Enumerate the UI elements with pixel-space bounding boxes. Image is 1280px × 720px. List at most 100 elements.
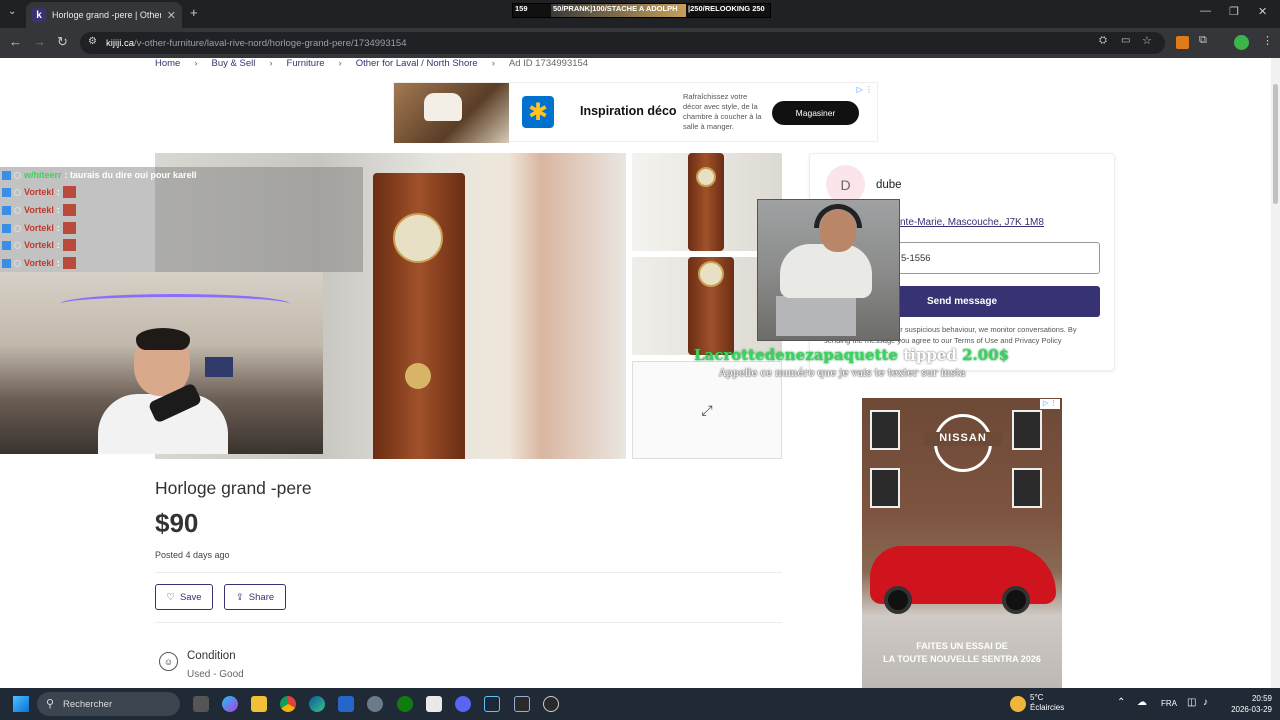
windows-start-icon[interactable]	[13, 696, 29, 712]
xbox-icon[interactable]	[397, 696, 413, 712]
emote-icon	[62, 204, 76, 216]
task-view-icon[interactable]	[193, 696, 209, 712]
condition-label: Condition	[187, 650, 236, 662]
badge-icon	[2, 240, 11, 250]
copilot-icon[interactable]	[222, 696, 238, 712]
stream-goal-banner: 159 50/PRANK|100/STACHE A ADOLPH |250/RE…	[512, 3, 771, 18]
badge-icon	[2, 223, 11, 233]
badge-icon	[14, 171, 21, 179]
tab-list-icon[interactable]: ⌄	[8, 6, 16, 17]
breadcrumb-buy-sell[interactable]: Buy & Sell	[212, 58, 256, 69]
condition-icon: ☺	[159, 652, 178, 671]
new-tab-icon[interactable]: +	[190, 5, 198, 20]
store-icon[interactable]	[426, 696, 442, 712]
bookmark-star-icon[interactable]: ☆	[1142, 34, 1152, 47]
discord-icon[interactable]	[455, 696, 471, 712]
wheel-icon	[884, 586, 912, 614]
stream-chat-overlay: w/hiteerr : taurais du dire oui pour kar…	[0, 167, 363, 272]
page-scrollbar[interactable]	[1271, 58, 1280, 688]
profile-avatar-icon[interactable]	[1234, 35, 1249, 50]
ad-description: Rafraîchissez votre décor avec style, de…	[683, 92, 762, 131]
seller-name[interactable]: dube	[876, 179, 902, 191]
banner-goal-last: |250/RELOOKING 250	[686, 4, 770, 17]
restore-icon[interactable]: ❐	[1229, 5, 1239, 18]
settings-gear-icon[interactable]	[367, 696, 383, 712]
share-label: Share	[248, 591, 275, 603]
tray-icon[interactable]: ☁	[1137, 697, 1147, 708]
banner-ad[interactable]: ✱ Inspiration déco Rafraîchissez votre d…	[393, 82, 878, 143]
extension-icon[interactable]	[1176, 36, 1189, 49]
chat-separator: :	[56, 223, 60, 233]
reload-icon[interactable]: ↻	[57, 34, 68, 50]
obs-icon[interactable]	[543, 696, 559, 712]
chat-separator: :	[56, 205, 60, 215]
url-host: kijiji.ca	[106, 37, 134, 49]
tab-title: Horloge grand -pere | Other | L	[52, 10, 161, 20]
badge-icon	[2, 205, 11, 215]
nissan-side-ad[interactable]: NISSAN FAITES UN ESSAI DE LA TOUTE NOUVE…	[862, 398, 1062, 688]
close-window-icon[interactable]: ✕	[1258, 5, 1267, 18]
adchoices-icon[interactable]: ▷ ⋮	[857, 85, 873, 94]
breadcrumb-separator-icon: ›	[491, 58, 495, 69]
extensions-puzzle-icon[interactable]: ⧉	[1199, 34, 1207, 47]
search-placeholder: Rechercher	[63, 698, 113, 710]
chat-text: : taurais du dire oui pour karell	[64, 170, 197, 180]
url-path: /v-other-furniture/laval-rive-nord/horlo…	[133, 37, 407, 49]
browser-tab[interactable]: k Horloge grand -pere | Other | L ✕	[26, 2, 182, 28]
language-indicator[interactable]: FRA	[1161, 699, 1177, 708]
grandfather-clock-image	[373, 173, 465, 459]
breadcrumb-ad-id: Ad ID 1734993154	[508, 58, 589, 69]
wheel-icon	[1002, 586, 1030, 614]
expand-icon: ⤢	[701, 401, 713, 418]
badge-icon	[2, 187, 11, 197]
share-button[interactable]: ⇪ Share	[224, 584, 286, 610]
volume-icon[interactable]: ♪	[1203, 697, 1208, 708]
app-icon[interactable]	[514, 696, 530, 712]
weather-temp: 5°C	[1030, 693, 1044, 702]
chat-user: Vortekl	[24, 187, 54, 197]
edge-icon[interactable]	[309, 696, 325, 712]
system-clock[interactable]: 20:59 2026-03-29	[1226, 693, 1272, 715]
chat-message: Vortekl :	[2, 237, 76, 253]
menu-kebab-icon[interactable]: ⋮	[1262, 34, 1273, 47]
steam-icon[interactable]	[484, 696, 500, 712]
search-icon: ⚲	[46, 698, 55, 710]
emote-icon	[62, 186, 76, 198]
banner-goals: 50/PRANK|100/STACHE A ADOLPH	[551, 4, 686, 17]
breadcrumb-home[interactable]: Home	[155, 58, 180, 69]
badge-icon	[2, 258, 11, 268]
scrollbar-thumb[interactable]	[1273, 84, 1278, 204]
chat-message: Vortekl :	[2, 255, 76, 271]
ad-cta-button[interactable]: Magasiner	[772, 101, 859, 125]
banner-count: 159	[513, 4, 551, 17]
network-icon[interactable]: ◫	[1187, 697, 1196, 708]
weather-icon[interactable]	[1010, 696, 1026, 712]
chevron-up-icon[interactable]: ⌃	[1117, 697, 1125, 708]
translate-icon[interactable]: ⛭	[1099, 35, 1107, 46]
seller-address-link[interactable]: nte-Marie, Mascouche, J7K 1M8	[900, 217, 1044, 228]
chat-user: Vortekl	[24, 240, 54, 250]
site-info-icon[interactable]: ⚙	[88, 36, 97, 47]
taskbar-search[interactable]: ⚲ Rechercher	[37, 692, 180, 716]
ad-line-2: LA TOUTE NOUVELLE SENTRA 2026	[883, 654, 1041, 664]
file-explorer-icon[interactable]	[251, 696, 267, 712]
divider	[155, 572, 782, 573]
breadcrumb-furniture[interactable]: Furniture	[287, 58, 325, 69]
minimize-icon[interactable]: —	[1200, 5, 1211, 17]
badge-icon	[14, 206, 21, 214]
cast-icon[interactable]: ▭	[1121, 35, 1130, 46]
chat-separator: :	[56, 240, 60, 250]
chat-separator: :	[56, 258, 60, 268]
mail-icon[interactable]	[338, 696, 354, 712]
close-tab-icon[interactable]: ✕	[167, 9, 176, 22]
chat-message: Vortekl :	[2, 202, 76, 218]
back-icon[interactable]: ←	[9, 34, 22, 49]
adchoices-icon[interactable]: ▷ ⋮	[1040, 399, 1060, 409]
save-button[interactable]: ♡ Save	[155, 584, 213, 610]
divider	[155, 622, 782, 623]
breadcrumb-other[interactable]: Other for Laval / North Shore	[356, 58, 478, 69]
chrome-icon[interactable]	[280, 696, 296, 712]
forward-icon[interactable]: →	[33, 34, 46, 49]
weather-widget[interactable]: 5°C Éclaircies	[1030, 693, 1064, 713]
address-bar[interactable]: ⚙ kijiji.ca/v-other-furniture/laval-rive…	[80, 32, 1165, 54]
